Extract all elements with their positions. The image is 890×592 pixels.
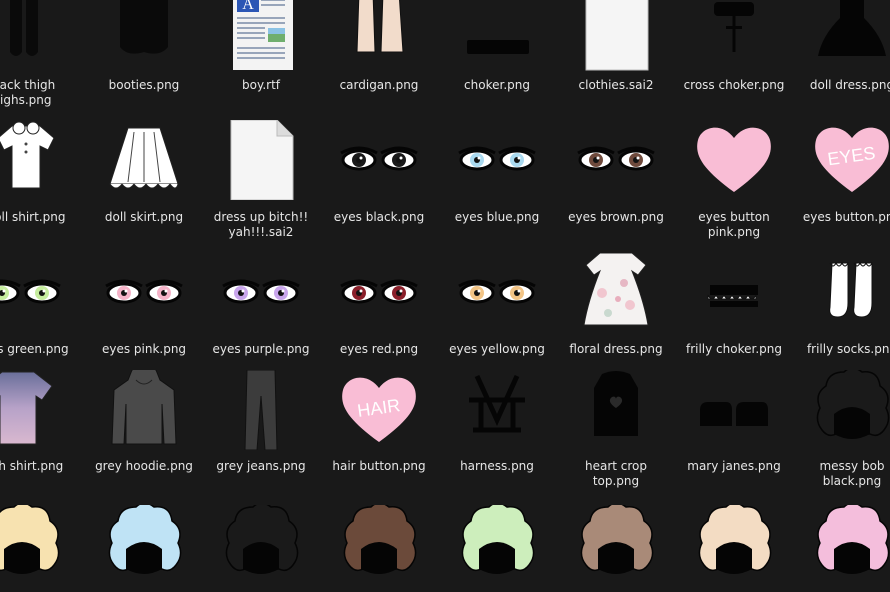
file-name: eyes blue.png bbox=[454, 210, 540, 224]
harness-thumbnail bbox=[457, 370, 537, 450]
eyes-blue-thumbnail bbox=[457, 120, 537, 200]
file-name: eyes brown.png bbox=[568, 210, 664, 224]
right-eye bbox=[145, 279, 183, 304]
file-name: eyes red.png bbox=[339, 342, 419, 356]
blank-file-icon bbox=[576, 0, 656, 72]
cardigan-thumbnail bbox=[339, 0, 419, 72]
frilly-choker-thumbnail bbox=[694, 253, 774, 333]
face-cutout bbox=[126, 542, 162, 574]
grey-hoodie-thumbnail bbox=[104, 370, 184, 450]
file-name: grey hoodie.png bbox=[95, 459, 193, 473]
blank-file-icon bbox=[221, 120, 301, 200]
eyes-green-thumbnail bbox=[0, 253, 62, 333]
hair-heart-button-thumbnail: HAIR bbox=[339, 370, 419, 450]
eyes-purple-thumbnail bbox=[221, 253, 301, 333]
messy-bob-peach-thumbnail bbox=[694, 505, 774, 585]
face-cutout bbox=[243, 542, 279, 574]
face-cutout bbox=[4, 542, 40, 574]
eyes-brown-thumbnail bbox=[576, 120, 656, 200]
eyes-red-thumbnail bbox=[339, 253, 419, 333]
right-eye bbox=[498, 279, 536, 304]
heart-crop-top-thumbnail bbox=[576, 370, 656, 450]
file-name: eyes black.png bbox=[333, 210, 425, 224]
right-eye bbox=[262, 279, 300, 304]
face-cutout bbox=[834, 542, 870, 574]
doll-shirt-thumbnail bbox=[0, 120, 66, 200]
doll-dress-thumbnail bbox=[812, 0, 890, 72]
file-name: messy bob black.png bbox=[819, 459, 885, 488]
file-name: cross choker.png bbox=[683, 78, 785, 92]
file-name: doll dress.png bbox=[809, 78, 890, 92]
grey-jeans-thumbnail bbox=[221, 370, 301, 450]
file-name: eyes pink.png bbox=[101, 342, 187, 356]
file-name: frilly choker.png bbox=[685, 342, 782, 356]
booties-thumbnail bbox=[104, 0, 184, 72]
face-cutout bbox=[479, 542, 515, 574]
messy-bob-light-brown-thumbnail bbox=[576, 505, 656, 585]
eyes-yellow-thumbnail bbox=[457, 253, 537, 333]
floral-dress-thumbnail bbox=[576, 253, 656, 333]
file-name: floral dress.png bbox=[569, 342, 663, 356]
left-eye bbox=[458, 146, 496, 171]
doll-skirt-thumbnail bbox=[104, 120, 184, 200]
glitch-shirt-thumbnail bbox=[0, 370, 58, 450]
left-eye bbox=[340, 146, 378, 171]
file-name: eyes green.png bbox=[0, 342, 69, 356]
file-name: eyes purple.png bbox=[212, 342, 310, 356]
choker-thumbnail bbox=[457, 0, 537, 72]
file-name: heart crop top.png bbox=[584, 459, 648, 488]
messy-bob-pink-thumbnail bbox=[812, 505, 890, 585]
file-name: eyes yellow.png bbox=[449, 342, 545, 356]
file-name: doll skirt.png bbox=[104, 210, 184, 224]
left-eye bbox=[222, 279, 260, 304]
messy-bob-blonde-thumbnail bbox=[0, 505, 62, 585]
frilly-socks-thumbnail bbox=[812, 253, 890, 333]
right-eye bbox=[617, 146, 655, 171]
black-thigh-highs-thumbnail bbox=[0, 0, 62, 72]
eyes-heart-button-thumbnail: EYES bbox=[812, 120, 890, 200]
left-eye bbox=[105, 279, 143, 304]
file-name: dress up bitch!! yah!!!.sai2 bbox=[213, 210, 309, 239]
pink-heart-thumbnail bbox=[694, 120, 774, 200]
file-name: frilly socks.png bbox=[806, 342, 890, 356]
file-name: doll shirt.png bbox=[0, 210, 66, 224]
left-eye bbox=[340, 279, 378, 304]
face-cutout bbox=[834, 407, 870, 439]
file-name: eyes button.png bbox=[802, 210, 890, 224]
left-eye bbox=[0, 279, 21, 304]
messy-bob-black-outline-thumbnail bbox=[221, 505, 301, 585]
messy-bob-brown-thumbnail bbox=[339, 505, 419, 585]
svg-text:A: A bbox=[242, 0, 254, 13]
face-cutout bbox=[598, 542, 634, 574]
file-name: eyes button pink.png bbox=[698, 210, 770, 239]
file-name: hair button.png bbox=[332, 459, 426, 473]
messy-bob-green-thumbnail bbox=[457, 505, 537, 585]
cross-choker-thumbnail bbox=[694, 0, 774, 72]
rtf-document-icon: A bbox=[221, 0, 301, 72]
right-eye bbox=[498, 146, 536, 171]
face-cutout bbox=[716, 542, 752, 574]
file-name: glitch shirt.png bbox=[0, 459, 64, 473]
file-name: harness.png bbox=[460, 459, 534, 473]
file-name: booties.png bbox=[108, 78, 180, 92]
file-name: mary janes.png bbox=[687, 459, 781, 473]
left-eye bbox=[577, 146, 615, 171]
eyes-black-thumbnail bbox=[339, 120, 419, 200]
file-name: grey jeans.png bbox=[216, 459, 306, 473]
eyes-pink-thumbnail bbox=[104, 253, 184, 333]
left-eye bbox=[458, 279, 496, 304]
mary-janes-thumbnail bbox=[694, 370, 774, 450]
face-cutout bbox=[361, 542, 397, 574]
right-eye bbox=[23, 279, 61, 304]
file-name: black thigh highs.png bbox=[0, 78, 56, 107]
right-eye bbox=[380, 279, 418, 304]
file-name: clothies.sai2 bbox=[578, 78, 654, 92]
file-name: cardigan.png bbox=[339, 78, 419, 92]
file-name: boy.rtf bbox=[241, 78, 281, 92]
messy-bob-black-thumbnail bbox=[812, 370, 890, 450]
messy-bob-blue-thumbnail bbox=[104, 505, 184, 585]
right-eye bbox=[380, 146, 418, 171]
file-name: choker.png bbox=[464, 78, 530, 92]
